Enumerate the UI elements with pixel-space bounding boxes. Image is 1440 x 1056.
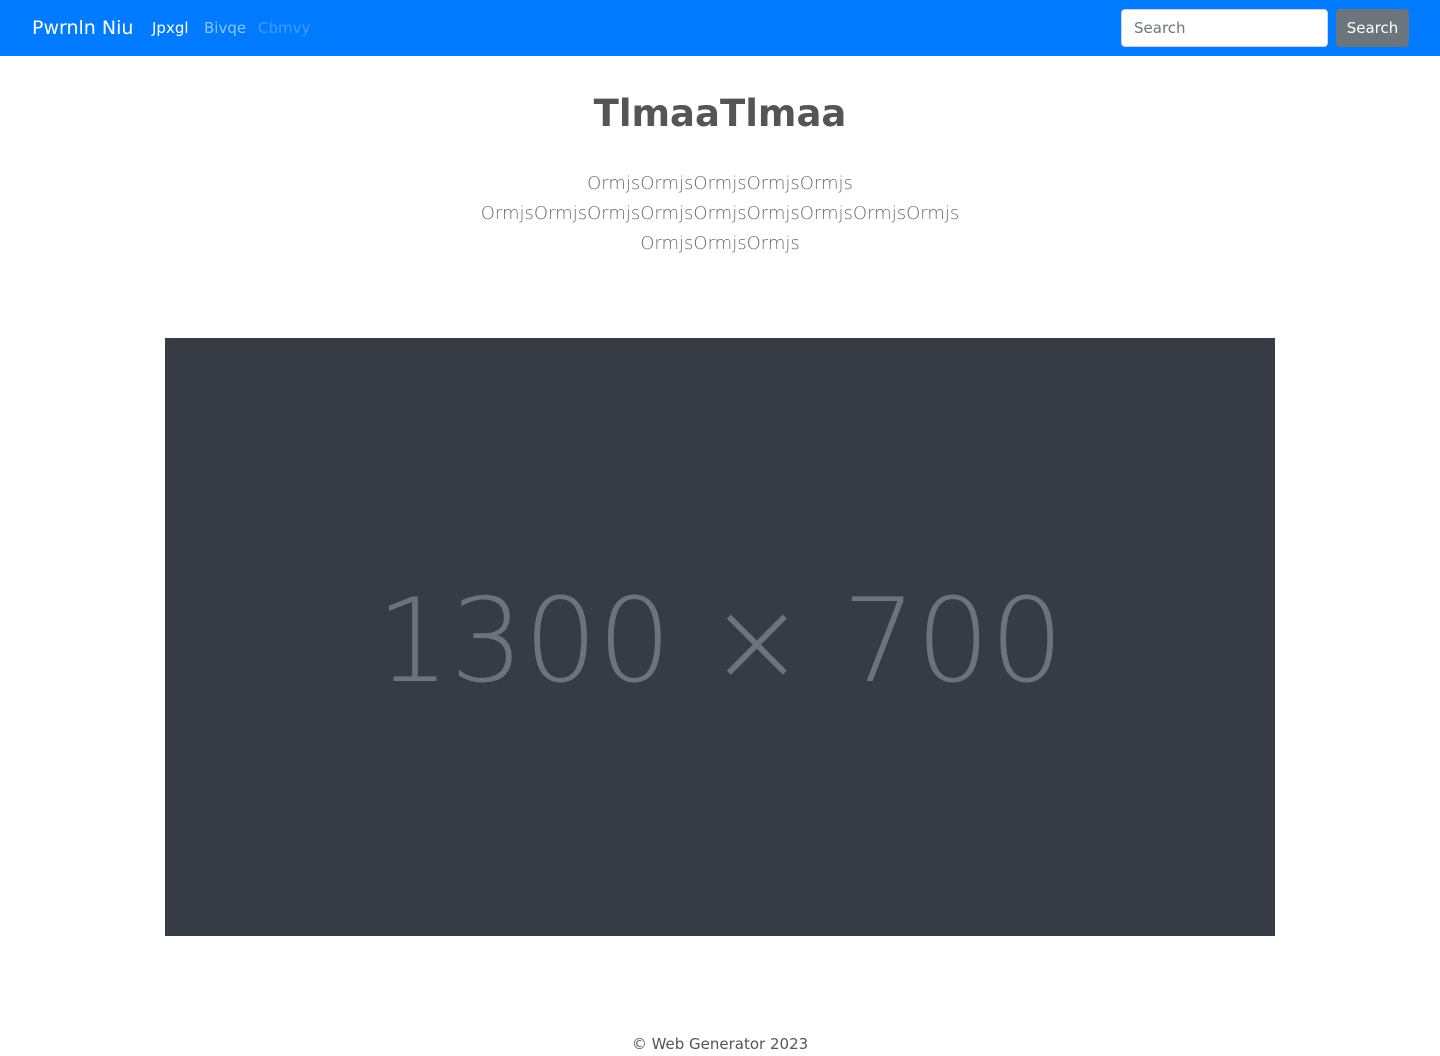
brand-link[interactable]: Pwrnln Niu (32, 14, 133, 42)
search-button[interactable]: Search (1336, 9, 1409, 47)
lead-line: OrmjsOrmjsOrmjs (640, 233, 800, 254)
lead-text: OrmjsOrmjsOrmjsOrmjsOrmjs OrmjsOrmjsOrmj… (440, 169, 1000, 259)
lead-line: OrmjsOrmjsOrmjsOrmjsOrmjs (587, 173, 853, 194)
search-input[interactable] (1121, 9, 1328, 47)
footer: © Web Generator 2023 (0, 1033, 1440, 1055)
copyright-text: © Web Generator 2023 (631, 1035, 809, 1053)
placeholder-image-graphic: 1300 × 700 (376, 574, 1064, 709)
nav-link-jpxgl[interactable]: Jpxgl (152, 17, 189, 39)
top-navbar: Pwrnln Niu Jpxgl Bivqe Cbmvy Search (0, 0, 1440, 56)
page-title: TlmaaTlmaa (593, 92, 847, 135)
placeholder-image: 1300 × 700 (165, 338, 1275, 936)
placeholder-dimensions-label: 1300 × 700 (376, 574, 1064, 709)
nav-link-bivqe[interactable]: Bivqe (204, 17, 246, 39)
lead-line: OrmjsOrmjsOrmjsOrmjsOrmjsOrmjsOrmjsOrmjs… (480, 203, 960, 224)
nav-link-cbmvy: Cbmvy (258, 19, 311, 37)
